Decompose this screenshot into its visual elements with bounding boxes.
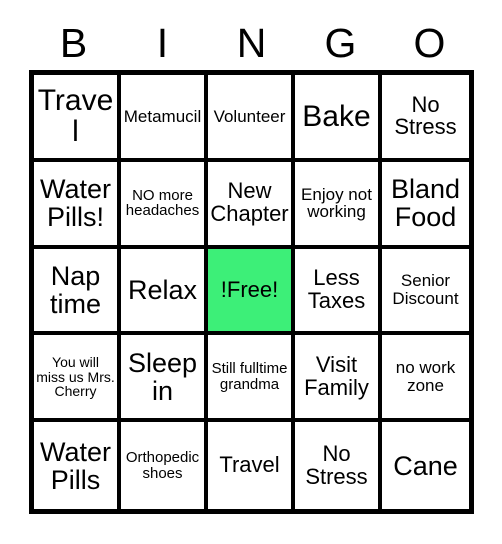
bingo-cell-label: Senior Discount — [392, 271, 459, 308]
bingo-cell[interactable]: Senior Discount — [382, 248, 469, 336]
bingo-cell-label: Less Taxes — [307, 265, 366, 313]
bingo-cell[interactable]: no work zone — [382, 335, 469, 423]
bingo-cell-label: Bake — [302, 99, 371, 133]
bingo-cell-label: No Stress — [305, 440, 368, 489]
header-letter-b: B — [59, 19, 88, 66]
bingo-cell-label: Cane — [393, 450, 458, 481]
bingo-cell-label: Bland Food — [390, 174, 461, 233]
header-letter-g: G — [324, 19, 357, 66]
bingo-cell-label: Travel — [219, 452, 280, 478]
bingo-cell[interactable]: Visit Family — [295, 335, 382, 423]
bingo-cell[interactable]: Bake — [295, 75, 382, 162]
bingo-cell-label: Still fulltime grandma — [211, 360, 288, 393]
bingo-cell-label: Enjoy not working — [301, 184, 372, 222]
bingo-grid: Travel Metamucil Volunteer Bake No Stress Wat… — [29, 70, 474, 514]
bingo-cell[interactable]: Cane — [382, 422, 469, 509]
bingo-cell-label: Water Pills! — [39, 174, 111, 233]
bingo-header: B I N G O — [29, 16, 474, 70]
bingo-cell[interactable]: Volunteer — [208, 75, 295, 162]
bingo-cell[interactable]: Still fulltime grandma — [208, 335, 295, 423]
bingo-cell-label: No Stress — [394, 91, 457, 140]
header-letter-n: N — [236, 19, 267, 66]
bingo-cell-label: New Chapter — [210, 178, 289, 227]
bingo-cell[interactable]: Nap time — [34, 248, 121, 336]
bingo-cell[interactable]: Water Pills — [34, 422, 121, 509]
bingo-cell-label: Volunteer — [213, 106, 286, 126]
bingo-cell[interactable]: You will miss us Mrs. Cherry — [34, 335, 121, 423]
bingo-cell-label: Travel — [37, 84, 114, 149]
header-letter-i: I — [156, 19, 169, 66]
bingo-cell[interactable]: Travel — [208, 422, 295, 509]
bingo-cell[interactable]: Orthopedic shoes — [121, 422, 208, 509]
bingo-cell-label: Nap time — [49, 260, 101, 319]
bingo-cell-label: Sleep in — [127, 347, 198, 406]
bingo-cell-label: Relax — [127, 274, 198, 305]
bingo-card: B I N G O Travel Metamucil Volunteer Bake No… — [0, 0, 502, 544]
bingo-cell[interactable]: Relax — [121, 248, 208, 336]
bingo-cell-free[interactable]: !Free! — [208, 248, 295, 336]
bingo-cell[interactable]: NO more headaches — [121, 161, 208, 249]
bingo-cell[interactable]: Sleep in — [121, 335, 208, 423]
bingo-cell-label: You will miss us Mrs. Cherry — [36, 353, 115, 400]
bingo-cell-label: Water Pills — [39, 436, 111, 495]
bingo-cell[interactable]: Less Taxes — [295, 248, 382, 336]
bingo-cell[interactable]: No Stress — [295, 422, 382, 509]
bingo-cell-label: Orthopedic shoes — [125, 449, 200, 482]
header-letter-o: O — [413, 19, 446, 66]
bingo-cell-label: Metamucil — [123, 106, 202, 126]
bingo-cell[interactable]: Bland Food — [382, 161, 469, 249]
bingo-cell[interactable]: Water Pills! — [34, 161, 121, 249]
bingo-cell[interactable]: Metamucil — [121, 75, 208, 162]
bingo-cell-label: !Free! — [220, 276, 279, 302]
bingo-cell[interactable]: No Stress — [382, 75, 469, 162]
bingo-cell[interactable]: Enjoy not working — [295, 161, 382, 249]
bingo-cell-label: no work zone — [395, 358, 456, 395]
bingo-cell[interactable]: Travel — [34, 75, 121, 162]
bingo-cell-label: NO more headaches — [125, 186, 200, 220]
bingo-cell[interactable]: New Chapter — [208, 161, 295, 249]
bingo-cell-label: Visit Family — [304, 351, 369, 400]
